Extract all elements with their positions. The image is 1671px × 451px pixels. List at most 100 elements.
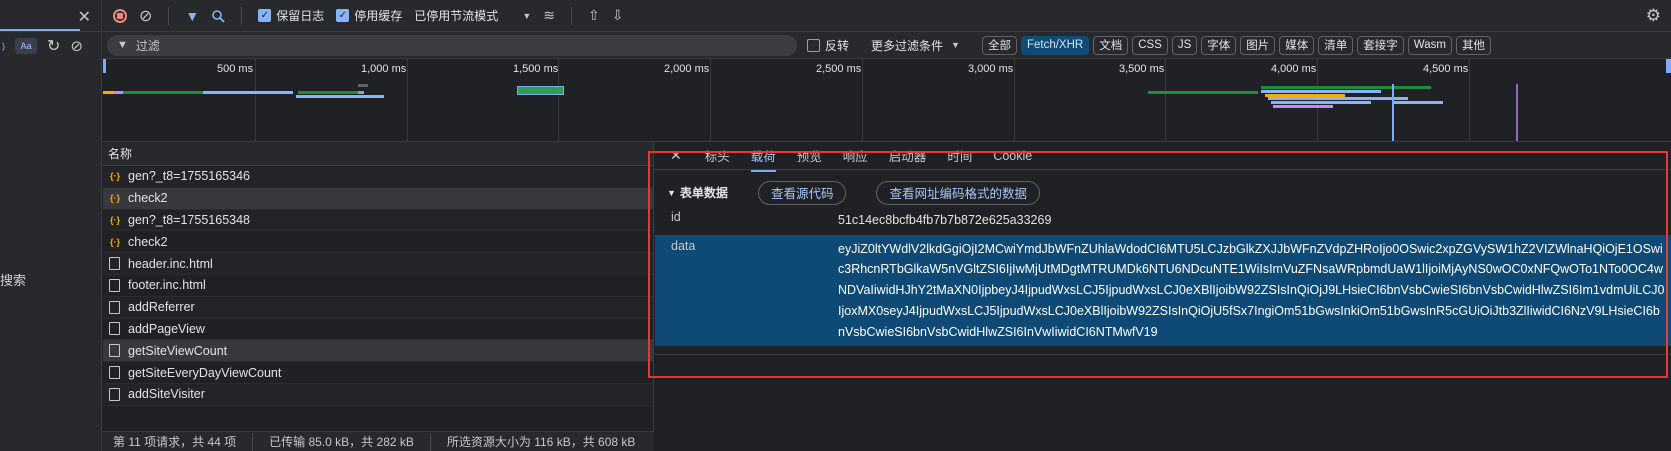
tab-initiator[interactable]: 启动器 (889, 146, 927, 165)
timeline-left-handle[interactable] (103, 59, 106, 73)
view-url-encoded-button[interactable]: 查看网址编码格式的数据 (876, 180, 1040, 205)
type-filter-font[interactable]: 字体 (1201, 35, 1237, 55)
request-row[interactable]: footer.inc.html (103, 275, 653, 297)
search-icon[interactable] (211, 9, 225, 23)
tab-headers[interactable]: 标头 (705, 146, 730, 165)
divider (241, 6, 243, 25)
timeline-bar (1261, 86, 1431, 89)
upload-icon[interactable]: ⇧ (588, 7, 600, 24)
divider (655, 354, 1671, 356)
request-row[interactable]: getSiteViewCount (103, 340, 653, 363)
request-row[interactable]: {·} check2 (103, 187, 653, 210)
timeline-load-marker (1516, 84, 1518, 141)
document-icon (109, 387, 120, 401)
form-field-row[interactable]: id 51c14ec8bcfb4fb7b7b872e625a33269 (655, 206, 1671, 235)
timeline-bar (1271, 101, 1371, 104)
tab-payload[interactable]: 载荷 (750, 146, 776, 172)
request-row[interactable]: addReferrer (103, 296, 653, 319)
timeline-bar (113, 91, 123, 94)
request-row[interactable]: addSiteVisiter (103, 383, 653, 406)
timeline-bar (298, 91, 358, 94)
form-data-title: 表单数据 (679, 186, 728, 200)
type-filter-js[interactable]: JS (1171, 35, 1198, 55)
form-field-value: eyJiZ0ltYWdlV2lkdGgiOjI2MCwiYmdJbWFnZUhl… (838, 241, 1665, 339)
divider (168, 6, 170, 25)
request-name: addReferrer (128, 300, 195, 315)
timeline-bar (1393, 101, 1443, 104)
timeline-gridline (862, 59, 863, 141)
tab-preview[interactable]: 预览 (797, 146, 822, 165)
download-icon[interactable]: ⇩ (612, 7, 624, 24)
drawer-controls: ) Aa ↻ ⊘ (0, 32, 101, 60)
timeline-tick-label: 500 ms (217, 63, 254, 75)
invert-checkbox[interactable]: 反转 (807, 37, 849, 54)
clear-icon[interactable]: ⊘ (70, 37, 83, 55)
form-field-value: 51c14ec8bcfb4fb7b7b872e625a33269 (838, 213, 1052, 227)
preserve-log-checkbox[interactable]: ✓ 保留日志 (258, 7, 324, 24)
more-filters-label: 更多过滤条件 (871, 38, 944, 53)
document-icon (109, 366, 120, 380)
timeline-gridline (1014, 59, 1015, 141)
more-filters-dropdown[interactable]: 更多过滤条件 ▼ (871, 37, 960, 54)
request-name: getSiteEveryDayViewCount (128, 365, 282, 380)
view-source-button[interactable]: 查看源代码 (757, 180, 847, 205)
timeline-bar (296, 95, 384, 98)
timeline-right-handle[interactable] (1666, 59, 1671, 73)
type-filter-all[interactable]: 全部 (981, 35, 1017, 55)
filter-funnel-icon: ▼ (117, 39, 128, 51)
request-row[interactable]: {·} gen?_t8=1755165348 (103, 209, 653, 232)
type-filter-img[interactable]: 图片 (1240, 35, 1276, 55)
preserve-log-label: 保留日志 (276, 9, 325, 23)
close-icon[interactable]: ✕ (78, 7, 91, 27)
request-name: addPageView (128, 321, 205, 336)
timeline-domcontentloaded-marker (1392, 84, 1394, 141)
type-filter-manifest[interactable]: 清单 (1318, 35, 1354, 55)
request-row[interactable]: {·} gen?_t8=1755165346 (103, 166, 653, 188)
timeline-bar (1148, 91, 1258, 94)
clear-log-icon[interactable]: ⊘ (139, 6, 152, 26)
tab-timing[interactable]: 时间 (947, 146, 972, 165)
request-row[interactable]: addPageView (103, 319, 653, 341)
type-filter-other[interactable]: 其他 (1455, 35, 1491, 55)
request-row[interactable]: getSiteEveryDayViewCount (103, 362, 653, 384)
match-case-toggle[interactable]: Aa (15, 38, 37, 54)
form-data-section-header: ▼ 表单数据 查看源代码 查看网址编码格式的数据 (655, 170, 1671, 206)
chevron-down-icon: ▼ (951, 40, 960, 50)
transferred-status: 已传输 85.0 kB，共 282 kB (269, 435, 414, 449)
settings-gear-icon[interactable]: ⚙ (1646, 6, 1661, 26)
type-filter-socket[interactable]: 套接字 (1357, 35, 1404, 55)
stop-recording-icon[interactable] (113, 8, 127, 23)
document-icon (109, 278, 120, 292)
timeline-tick-label: 2,000 ms (664, 63, 710, 75)
type-filter-doc[interactable]: 文档 (1093, 35, 1129, 55)
type-filter-media[interactable]: 媒体 (1279, 35, 1315, 55)
request-row[interactable]: {·} check2 (103, 231, 653, 254)
checkbox-checked-icon: ✓ (258, 9, 272, 22)
column-header-name[interactable]: 名称 (103, 142, 653, 166)
throttle-select[interactable]: 已停用节流模式 ▼ (414, 7, 531, 24)
regex-icon[interactable]: ) (2, 41, 5, 51)
timeline-bar (1268, 97, 1408, 100)
timeline-overview[interactable]: 500 ms 1,000 ms 1,500 ms 2,000 ms 2,500 … (103, 59, 1671, 142)
drawer-tabbar: ✕ (0, 0, 101, 32)
network-status-bar: 第 11 项请求，共 44 项 已传输 85.0 kB，共 282 kB 所选资… (103, 431, 654, 451)
form-data-toggle[interactable]: ▼ 表单数据 (667, 184, 728, 201)
filter-input[interactable]: ▼ 过滤 (107, 34, 797, 56)
filter-bar: ▼ 过滤 反转 更多过滤条件 ▼ 全部 Fetch/XHR 文档 CSS JS … (103, 32, 1671, 59)
form-field-row-selected[interactable]: data eyJiZ0ltYWdlV2lkdGgiOjI2MCwiYmdJbWF… (655, 234, 1671, 347)
search-label: 搜索 (0, 273, 27, 288)
type-filter-fetch-xhr[interactable]: Fetch/XHR (1020, 35, 1090, 55)
network-conditions-icon[interactable]: ≋ (543, 7, 555, 24)
filter-icon[interactable]: ▼ (185, 8, 199, 24)
search-drawer: ✕ ) Aa ↻ ⊘ 搜索 (0, 0, 102, 451)
type-filter-css[interactable]: CSS (1132, 35, 1168, 55)
tab-response[interactable]: 响应 (843, 146, 868, 165)
disable-cache-checkbox[interactable]: ✓ 停用缓存 (336, 7, 402, 24)
request-row[interactable]: header.inc.html (103, 253, 653, 275)
timeline-tick-label: 2,500 ms (816, 63, 862, 75)
tab-cookies[interactable]: Cookie (993, 149, 1032, 163)
type-filter-wasm[interactable]: Wasm (1407, 35, 1452, 55)
divider (252, 432, 254, 451)
close-icon[interactable]: ✕ (670, 147, 682, 164)
refresh-icon[interactable]: ↻ (47, 36, 60, 56)
